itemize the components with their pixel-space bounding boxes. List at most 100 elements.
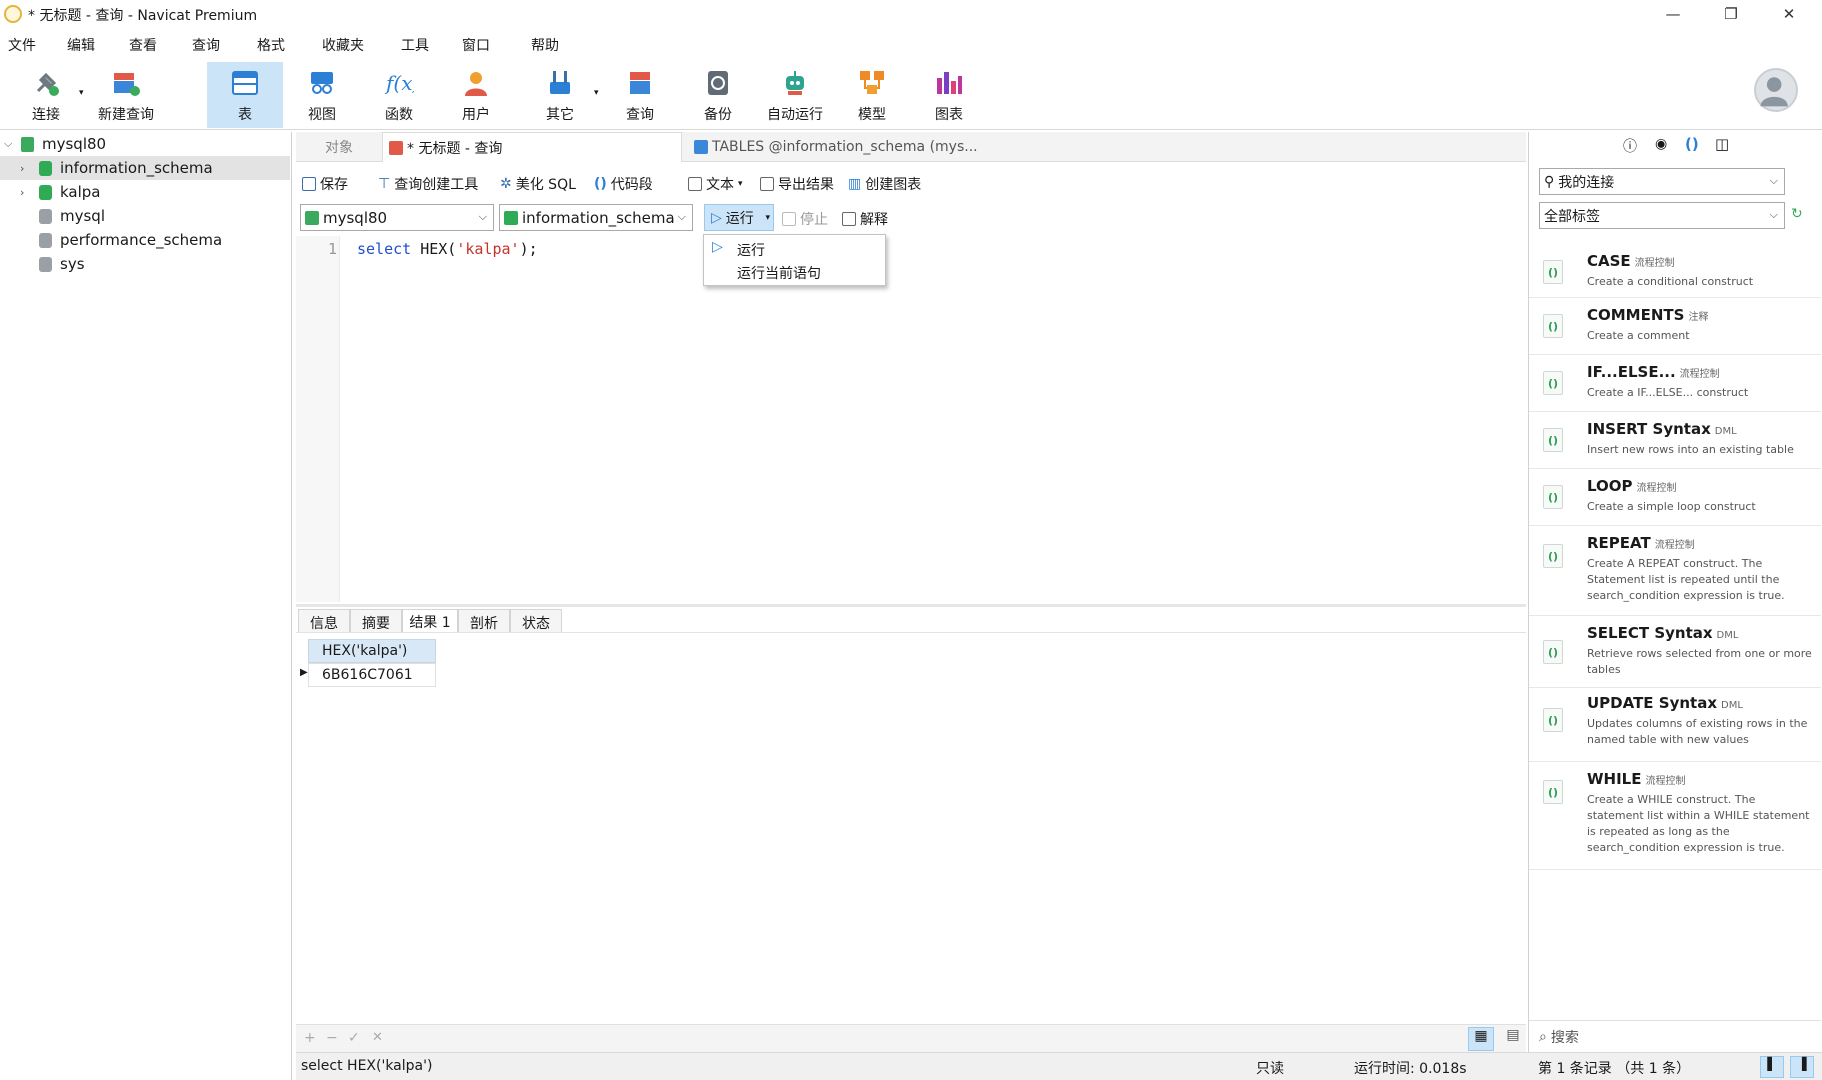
table-button[interactable]: 表 — [207, 62, 283, 128]
tree-db-mysql[interactable]: mysql — [0, 204, 290, 228]
stop-button[interactable]: 停止 — [782, 209, 828, 229]
my-connection-select[interactable]: ⚲ 我的连接 ⌵ — [1539, 168, 1785, 195]
chart-button[interactable]: 图表 — [917, 62, 981, 128]
menu-view[interactable]: 查看 — [129, 35, 157, 55]
snippet-icon[interactable]: () — [1685, 135, 1699, 153]
table-cell[interactable]: 6B616C7061 — [308, 663, 436, 687]
query-button[interactable]: 查询 — [608, 62, 672, 128]
snippet-item[interactable]: () REPEAT 流程控制 Create A REPEAT construct.… — [1529, 526, 1821, 616]
chevron-right-icon[interactable]: › — [20, 162, 24, 175]
sql-editor[interactable] — [296, 236, 1526, 602]
save-button[interactable]: 保存 — [302, 174, 348, 194]
menu-format[interactable]: 格式 — [257, 35, 285, 55]
snippet-label: 代码段 — [610, 177, 653, 193]
database-select[interactable]: information_schema ⌵ — [499, 204, 693, 231]
run-button[interactable]: ▷ 运行 ▾ — [704, 204, 774, 231]
tree-db-sys[interactable]: sys — [0, 252, 290, 276]
menu-help[interactable]: 帮助 — [531, 35, 559, 55]
column-header[interactable]: HEX('kalpa') — [308, 639, 436, 663]
user-button[interactable]: 用户 — [444, 62, 508, 128]
new-query-label: 新建查询 — [98, 107, 154, 123]
view-button[interactable]: 视图 — [290, 62, 354, 128]
snippet-search-input[interactable]: ⌕ 搜索 — [1529, 1020, 1821, 1052]
tree-connection-mysql80[interactable]: ⌵ mysql80 — [0, 132, 290, 156]
tree-db-kalpa[interactable]: › kalpa — [0, 180, 290, 204]
create-chart-button[interactable]: ▥ 创建图表 — [848, 174, 921, 194]
add-row-button[interactable]: + — [304, 1030, 316, 1046]
save-icon — [302, 177, 316, 191]
snippet-desc: Create a conditional construct — [1587, 275, 1754, 288]
code-snippet-button[interactable]: () 代码段 — [594, 174, 653, 194]
others-button[interactable]: 其它 — [528, 62, 592, 128]
grid-view-icon[interactable]: ▦ — [1468, 1027, 1494, 1051]
snippet-item[interactable]: () COMMENTS 注释 Create a comment — [1529, 298, 1821, 355]
avatar[interactable] — [1754, 68, 1798, 112]
tag-select[interactable]: 全部标签 ⌵ — [1539, 202, 1785, 229]
query-builder-button[interactable]: ⊤ 查询创建工具 — [378, 174, 478, 194]
beautify-sql-button[interactable]: ✲ 美化 SQL — [500, 174, 576, 194]
discard-button[interactable]: ✕ — [372, 1030, 383, 1045]
backup-button[interactable]: 备份 — [686, 62, 750, 128]
chevron-down-icon[interactable]: ▾ — [738, 179, 743, 189]
others-dropdown-icon[interactable]: ▾ — [594, 88, 599, 98]
info-icon[interactable]: ⓘ — [1623, 136, 1637, 156]
connect-label: 连接 — [32, 107, 60, 123]
minimize-button[interactable]: — — [1650, 0, 1696, 28]
chevron-down-icon[interactable]: ⌵ — [4, 137, 12, 151]
result-grid: HEX('kalpa') ▶ 6B616C7061 — [296, 632, 1526, 1024]
snippet-item[interactable]: () UPDATE Syntax DML Updates columns of e… — [1529, 688, 1821, 762]
snippet-item[interactable]: () SELECT Syntax DML Retrieve rows select… — [1529, 616, 1821, 688]
menu-query[interactable]: 查询 — [192, 35, 220, 55]
snippet-item[interactable]: () IF...ELSE... 流程控制 Create a IF...ELSE..… — [1529, 355, 1821, 412]
snippet-item[interactable]: () WHILE 流程控制 Create a WHILE construct. T… — [1529, 762, 1821, 870]
tab-objects[interactable]: 对象 — [304, 132, 374, 162]
menu-tools[interactable]: 工具 — [401, 35, 429, 55]
explain-button[interactable]: 解释 — [842, 209, 888, 229]
snippet-title: CASE 流程控制 — [1587, 252, 1675, 270]
explain-icon — [842, 212, 856, 226]
table-tab-icon — [694, 140, 708, 154]
layout-right-icon[interactable]: ▐ — [1790, 1056, 1814, 1078]
panel-layout-icon[interactable]: ◫ — [1715, 135, 1729, 153]
layout-left-icon[interactable]: ▌ — [1760, 1056, 1784, 1078]
query-toolbar: 保存 ⊤ 查询创建工具 ✲ 美化 SQL () 代码段 文本 ▾ 导出结果 ▥ 创建图表 — [296, 170, 1526, 198]
restore-button[interactable]: ❐ — [1708, 0, 1754, 28]
menu-window[interactable]: 窗口 — [462, 35, 490, 55]
delete-row-button[interactable]: − — [326, 1030, 338, 1046]
tree-db-information-schema[interactable]: › information_schema — [0, 156, 290, 180]
database-icon — [39, 232, 52, 248]
chevron-right-icon[interactable]: › — [20, 186, 24, 199]
tab-query[interactable]: * 无标题 - 查询 — [382, 132, 682, 162]
snippet-item[interactable]: () CASE 流程控制 Create a conditional constru… — [1529, 246, 1821, 298]
snippet-item[interactable]: () LOOP 流程控制 Create a simple loop constru… — [1529, 469, 1821, 526]
snippet-item[interactable]: () INSERT Syntax DML Insert new rows into… — [1529, 412, 1821, 469]
sql-line[interactable]: select HEX('kalpa'); — [357, 240, 538, 258]
database-icon — [39, 160, 52, 176]
text-button[interactable]: 文本 ▾ — [688, 174, 743, 194]
menu-favorites[interactable]: 收藏夹 — [322, 35, 364, 55]
model-button[interactable]: 模型 — [840, 62, 904, 128]
connect-button[interactable]: 连接 — [14, 62, 78, 128]
new-query-button[interactable]: 新建查询 — [94, 62, 158, 128]
connection-select[interactable]: mysql80 ⌵ — [300, 204, 494, 231]
result-tabs: 信息 摘要 结果 1 剖析 状态 — [296, 604, 1526, 635]
snippet-desc: Retrieve rows selected from one or more … — [1587, 647, 1812, 676]
function-button[interactable]: f(x) 函数 — [367, 62, 431, 128]
preview-icon[interactable]: ◉ — [1655, 136, 1667, 152]
refresh-icon[interactable]: ↻ — [1791, 206, 1803, 222]
apply-button[interactable]: ✓ — [348, 1030, 360, 1046]
user-icon — [465, 72, 487, 96]
auto-run-button[interactable]: 自动运行 — [760, 62, 830, 128]
auto-run-label: 自动运行 — [767, 107, 823, 123]
close-button[interactable]: ✕ — [1766, 0, 1812, 28]
connect-dropdown-icon[interactable]: ▾ — [79, 88, 84, 98]
menu-file[interactable]: 文件 — [8, 35, 36, 55]
tab-tables[interactable]: TABLES @information_schema (mys... — [688, 132, 988, 162]
tree-db-performance-schema[interactable]: performance_schema — [0, 228, 290, 252]
form-view-icon[interactable]: ▤ — [1500, 1027, 1526, 1051]
chevron-down-icon[interactable]: ▾ — [765, 213, 770, 223]
menu-run[interactable]: 运行 — [737, 240, 765, 260]
export-result-button[interactable]: 导出结果 — [760, 174, 834, 194]
menu-run-current[interactable]: 运行当前语句 — [737, 263, 821, 283]
menu-edit[interactable]: 编辑 — [67, 35, 95, 55]
